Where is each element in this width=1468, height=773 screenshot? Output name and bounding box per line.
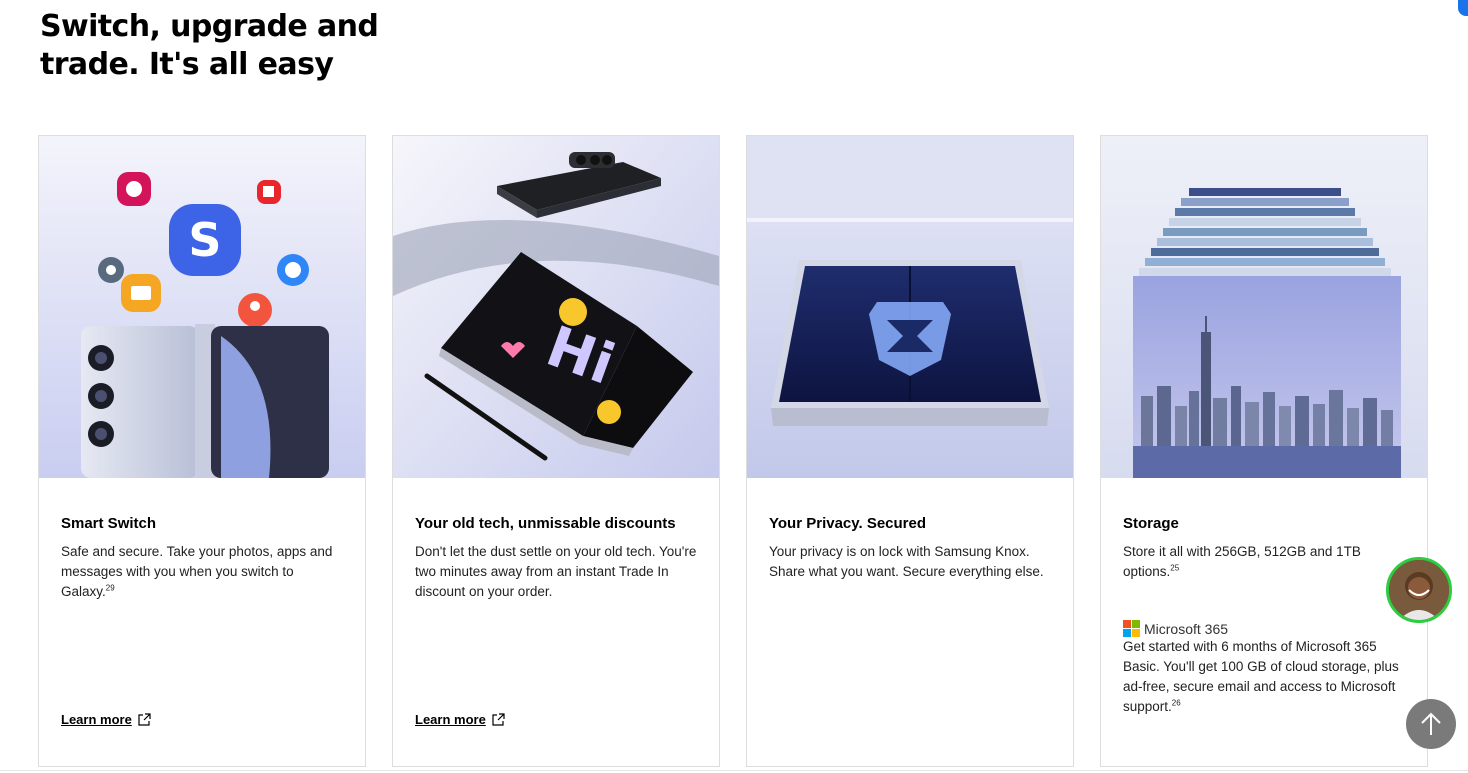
arrow-up-icon [1421, 712, 1441, 735]
card-description: Don't let the dust settle on your old te… [415, 544, 697, 599]
external-link-icon [492, 713, 505, 726]
trade-in-image: Hi [393, 136, 719, 478]
footnote-ref: 25 [1170, 563, 1180, 573]
card-description: Safe and secure. Take your photos, apps … [61, 544, 333, 599]
smart-switch-image: S [39, 136, 365, 478]
card-trade-in: Hi Your old tech, unmissable discounts D… [392, 135, 720, 767]
card-title: Your old tech, unmissable discounts [415, 515, 676, 532]
card-description: Your privacy is on lock with Samsung Kno… [769, 544, 1044, 579]
privacy-image [747, 136, 1073, 478]
brand-name: Microsoft 365 [1144, 620, 1229, 637]
card-privacy: Your Privacy. Secured Your privacy is on… [746, 135, 1074, 767]
learn-more-link[interactable]: Learn more [61, 712, 151, 727]
external-link-icon [138, 713, 151, 726]
microsoft-logo-icon [1123, 620, 1140, 637]
scroll-to-top-button[interactable] [1406, 699, 1456, 749]
card-smart-switch: S Smart Switch Safe and secure. Take you… [38, 135, 366, 767]
microsoft-365-brand: Microsoft 365 [1123, 620, 1409, 637]
card-title: Your Privacy. Secured [769, 515, 927, 532]
divider [0, 770, 1468, 771]
card-description: Store it all with 256GB, 512GB and 1TB o… [1123, 544, 1361, 579]
learn-more-link[interactable]: Learn more [415, 712, 505, 727]
card-title: Storage [1123, 515, 1179, 532]
svg-text:S: S [188, 213, 221, 267]
corner-accent [1458, 0, 1468, 16]
footnote-ref: 26 [1171, 698, 1181, 708]
microsoft-365-description: Get started with 6 months of Microsoft 3… [1123, 639, 1399, 714]
section-title: Switch, upgrade and trade. It's all easy [40, 9, 379, 82]
footnote-ref: 29 [105, 583, 115, 593]
card-title: Smart Switch [61, 515, 157, 532]
chat-agent-avatar[interactable] [1386, 557, 1452, 623]
card-storage: Storage Store it all with 256GB, 512GB a… [1100, 135, 1428, 767]
storage-image [1101, 136, 1427, 478]
